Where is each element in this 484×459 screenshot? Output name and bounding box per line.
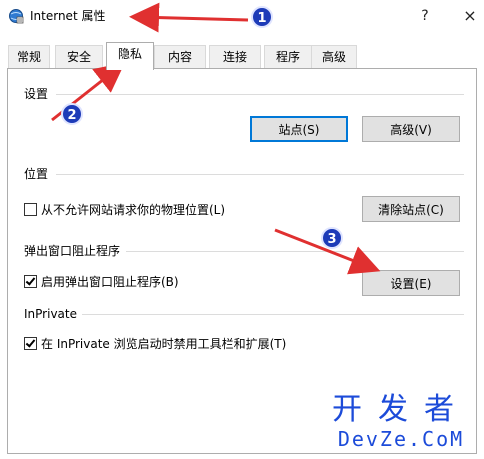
watermark: 开发者 DevZe.CoM (332, 392, 470, 452)
step-badge-1: 1 (251, 6, 273, 28)
arrow-to-title (129, 2, 249, 33)
watermark-cn: 开发者 (332, 392, 470, 427)
tab-privacy[interactable]: 隐私 (106, 42, 154, 70)
watermark-en: DevZe.CoM (337, 427, 465, 451)
step-badge-3: 3 (321, 227, 343, 249)
annotation-arrows (51, 2, 381, 275)
step-badge-2: 2 (61, 103, 83, 125)
